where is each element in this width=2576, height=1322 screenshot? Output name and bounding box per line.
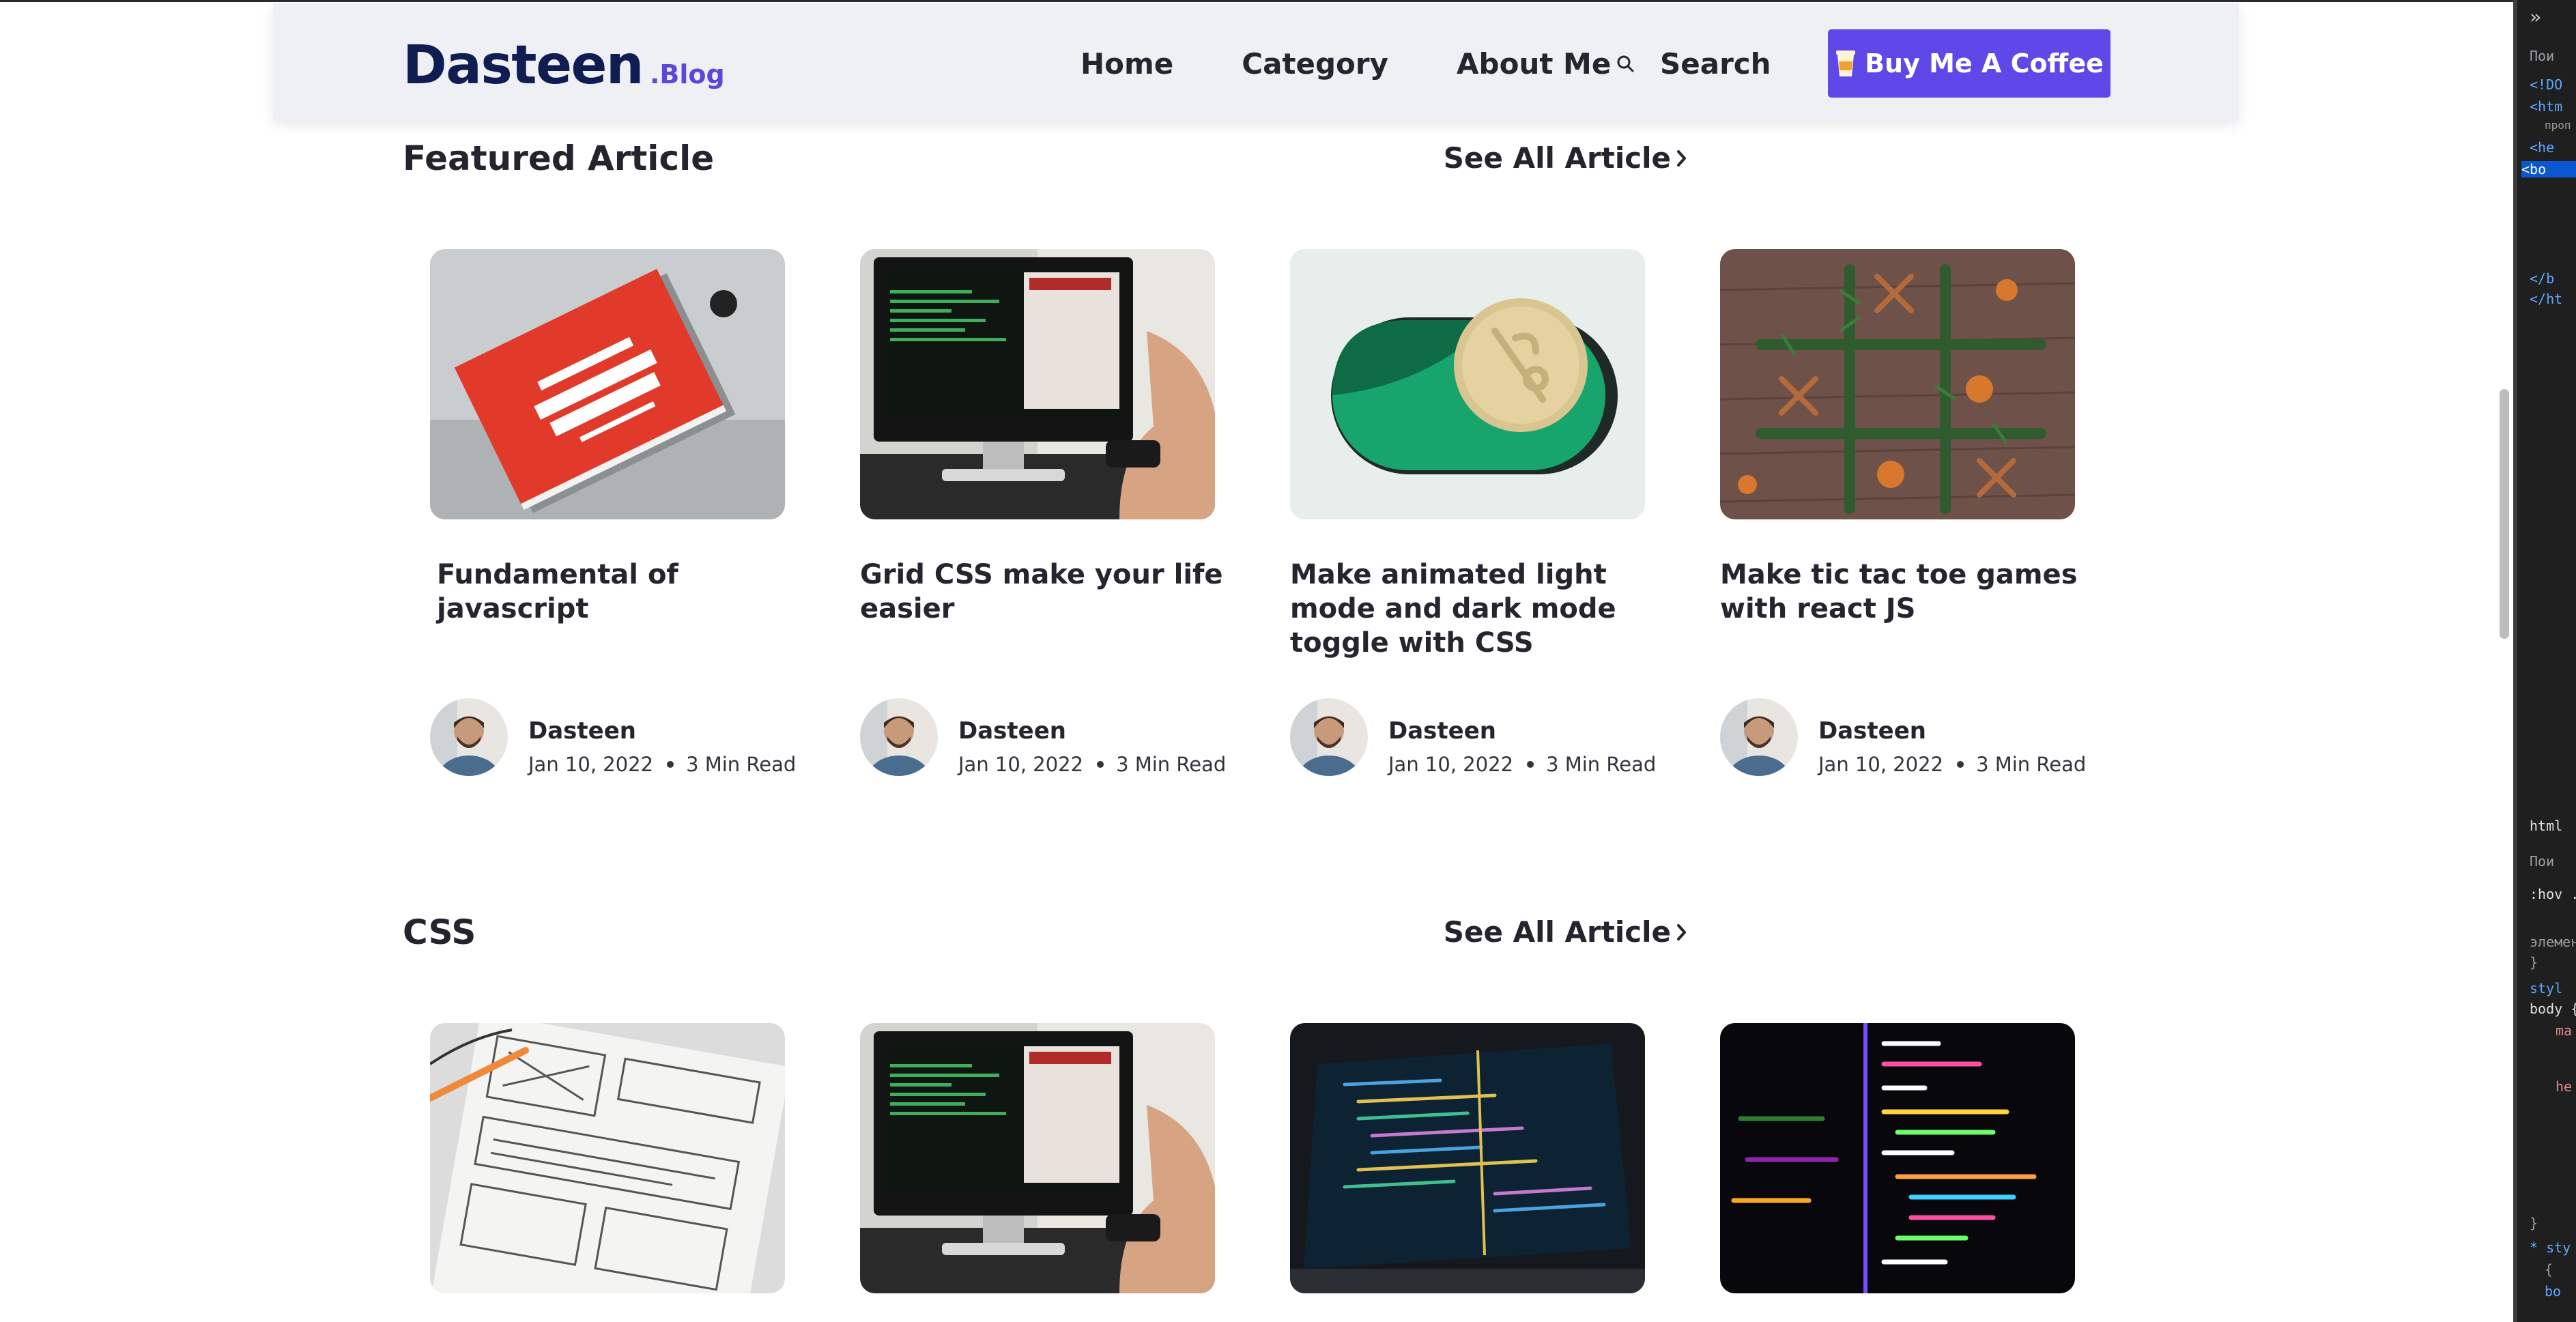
devtools-line: </b — [2530, 270, 2555, 287]
chevron-right-icon — [1677, 149, 1686, 167]
devtools-line: <he — [2530, 139, 2555, 156]
article-title[interactable]: Make animated light mode and dark mode t… — [1290, 558, 1659, 660]
article-card[interactable] — [430, 1023, 785, 1293]
article-author: Dasteen Jan 10, 2022 3 Min Read — [860, 698, 1242, 779]
devtools-hov[interactable]: :hov .c — [2530, 886, 2576, 902]
chevron-right-icon — [1677, 923, 1686, 940]
devtools-line: * sty — [2530, 1239, 2571, 1256]
buy-me-a-coffee-label: Buy Me A Coffee — [1865, 48, 2104, 78]
devtools-line: проп — [2545, 119, 2571, 132]
article-thumbnail[interactable] — [1720, 1023, 2075, 1293]
separator-dot — [1527, 761, 1534, 768]
see-all-label: See All Article — [1443, 915, 1671, 949]
devtools-breadcrumb[interactable]: html — [2530, 818, 2562, 834]
section-title-css: CSS — [403, 913, 476, 952]
author-avatar — [430, 698, 508, 776]
author-avatar — [1290, 698, 1368, 776]
article-author: Dasteen Jan 10, 2022 3 Min Read — [430, 698, 812, 779]
article-read-time: 3 Min Read — [1976, 753, 2087, 776]
see-all-label: See All Article — [1443, 141, 1671, 175]
devtools-panel: » Пои <!DO <htm проп <he <bo </b </ht ht… — [2513, 0, 2576, 1322]
nav-category[interactable]: Category — [1242, 47, 1388, 81]
site-header: Dasteen .Blog Home Category About Me Sear… — [273, 3, 2239, 119]
article-thumbnail[interactable] — [1720, 249, 2075, 519]
article-thumbnail[interactable] — [860, 1023, 1215, 1293]
article-read-time: 3 Min Read — [1546, 753, 1657, 776]
author-avatar — [1720, 698, 1798, 776]
search-icon — [1617, 55, 1634, 72]
devtools-expand-icon[interactable]: » — [2530, 5, 2541, 28]
article-thumbnail[interactable] — [430, 1023, 785, 1293]
article-title[interactable]: Make tic tac toe games with react JS — [1720, 558, 2089, 626]
article-title[interactable]: Fundamental of javascript — [437, 558, 805, 626]
article-read-time: 3 Min Read — [686, 753, 797, 776]
devtools-line: he — [2556, 1078, 2573, 1095]
article-meta: Jan 10, 2022 3 Min Read — [1388, 753, 1656, 776]
search-label: Search — [1660, 46, 1771, 81]
article-date: Jan 10, 2022 — [1818, 753, 1944, 776]
devtools-filter[interactable]: Пои — [2530, 853, 2554, 870]
article-thumbnail[interactable] — [1290, 249, 1645, 519]
author-avatar — [860, 698, 938, 776]
devtools-search-hint[interactable]: Пои — [2530, 48, 2554, 64]
separator-dot — [1957, 761, 1964, 768]
see-all-css-link[interactable]: See All Article — [1444, 915, 1687, 949]
logo-main-text: Dasteen — [403, 35, 644, 96]
see-all-featured-link[interactable]: See All Article — [1444, 141, 1687, 175]
devtools-line: bo — [2545, 1283, 2562, 1299]
article-card[interactable]: Fundamental of javascript Dasteen Jan 10… — [430, 249, 796, 776]
logo[interactable]: Dasteen .Blog — [403, 35, 725, 96]
search-button[interactable]: Search — [1616, 43, 1771, 84]
article-card[interactable]: Grid CSS make your life easier Dasteen J… — [860, 249, 1226, 776]
author-name: Dasteen — [1388, 717, 1496, 745]
article-author: Dasteen Jan 10, 2022 3 Min Read — [1290, 698, 1672, 779]
nav-home[interactable]: Home — [1081, 47, 1173, 81]
article-meta: Jan 10, 2022 3 Min Read — [528, 753, 796, 776]
devtools-line: элемен — [2530, 934, 2576, 950]
devtools-line: </ht — [2530, 291, 2563, 307]
devtools-line: body { — [2530, 1001, 2576, 1017]
devtools-selected-line[interactable]: <bo — [2521, 161, 2576, 177]
article-card[interactable]: Make tic tac toe games with react JS Das… — [1720, 249, 2086, 776]
article-card[interactable] — [1290, 1023, 1645, 1293]
devtools-line: styl — [2530, 980, 2563, 996]
nav-about-me[interactable]: About Me — [1457, 47, 1611, 81]
article-card[interactable]: Make animated light mode and dark mode t… — [1290, 249, 1656, 776]
article-read-time: 3 Min Read — [1116, 753, 1227, 776]
article-card[interactable] — [860, 1023, 1215, 1293]
author-name: Dasteen — [958, 717, 1066, 745]
article-date: Jan 10, 2022 — [1388, 753, 1514, 776]
article-thumbnail[interactable] — [1290, 1023, 1645, 1293]
buy-me-a-coffee-button[interactable]: Buy Me A Coffee — [1828, 29, 2110, 98]
browser-viewport: Dasteen .Blog Home Category About Me Sear… — [0, 0, 2513, 1322]
devtools-line: ma — [2556, 1022, 2573, 1039]
coffee-cup-icon — [1836, 51, 1856, 76]
article-thumbnail[interactable] — [430, 249, 785, 519]
devtools-line: <!DO — [2530, 76, 2563, 93]
article-meta: Jan 10, 2022 3 Min Read — [1818, 753, 2086, 776]
devtools-line: } — [2530, 1215, 2538, 1231]
logo-sub-text: .Blog — [649, 59, 725, 89]
devtools-line: <htm — [2530, 98, 2563, 115]
devtools-line: } — [2530, 954, 2538, 971]
article-title[interactable]: Grid CSS make your life easier — [860, 558, 1229, 626]
main-nav: Home Category About Me — [1081, 43, 1679, 84]
devtools-line: { — [2545, 1261, 2553, 1278]
author-name: Dasteen — [1818, 717, 1926, 745]
author-name: Dasteen — [528, 717, 636, 745]
section-title-featured: Featured Article — [403, 139, 715, 178]
article-date: Jan 10, 2022 — [528, 753, 654, 776]
article-author: Dasteen Jan 10, 2022 3 Min Read — [1720, 698, 2102, 779]
separator-dot — [667, 761, 674, 768]
article-card[interactable] — [1720, 1023, 2075, 1293]
page-scrollbar[interactable] — [2500, 389, 2509, 639]
article-date: Jan 10, 2022 — [958, 753, 1084, 776]
article-meta: Jan 10, 2022 3 Min Read — [958, 753, 1226, 776]
article-thumbnail[interactable] — [860, 249, 1215, 519]
separator-dot — [1097, 761, 1104, 768]
